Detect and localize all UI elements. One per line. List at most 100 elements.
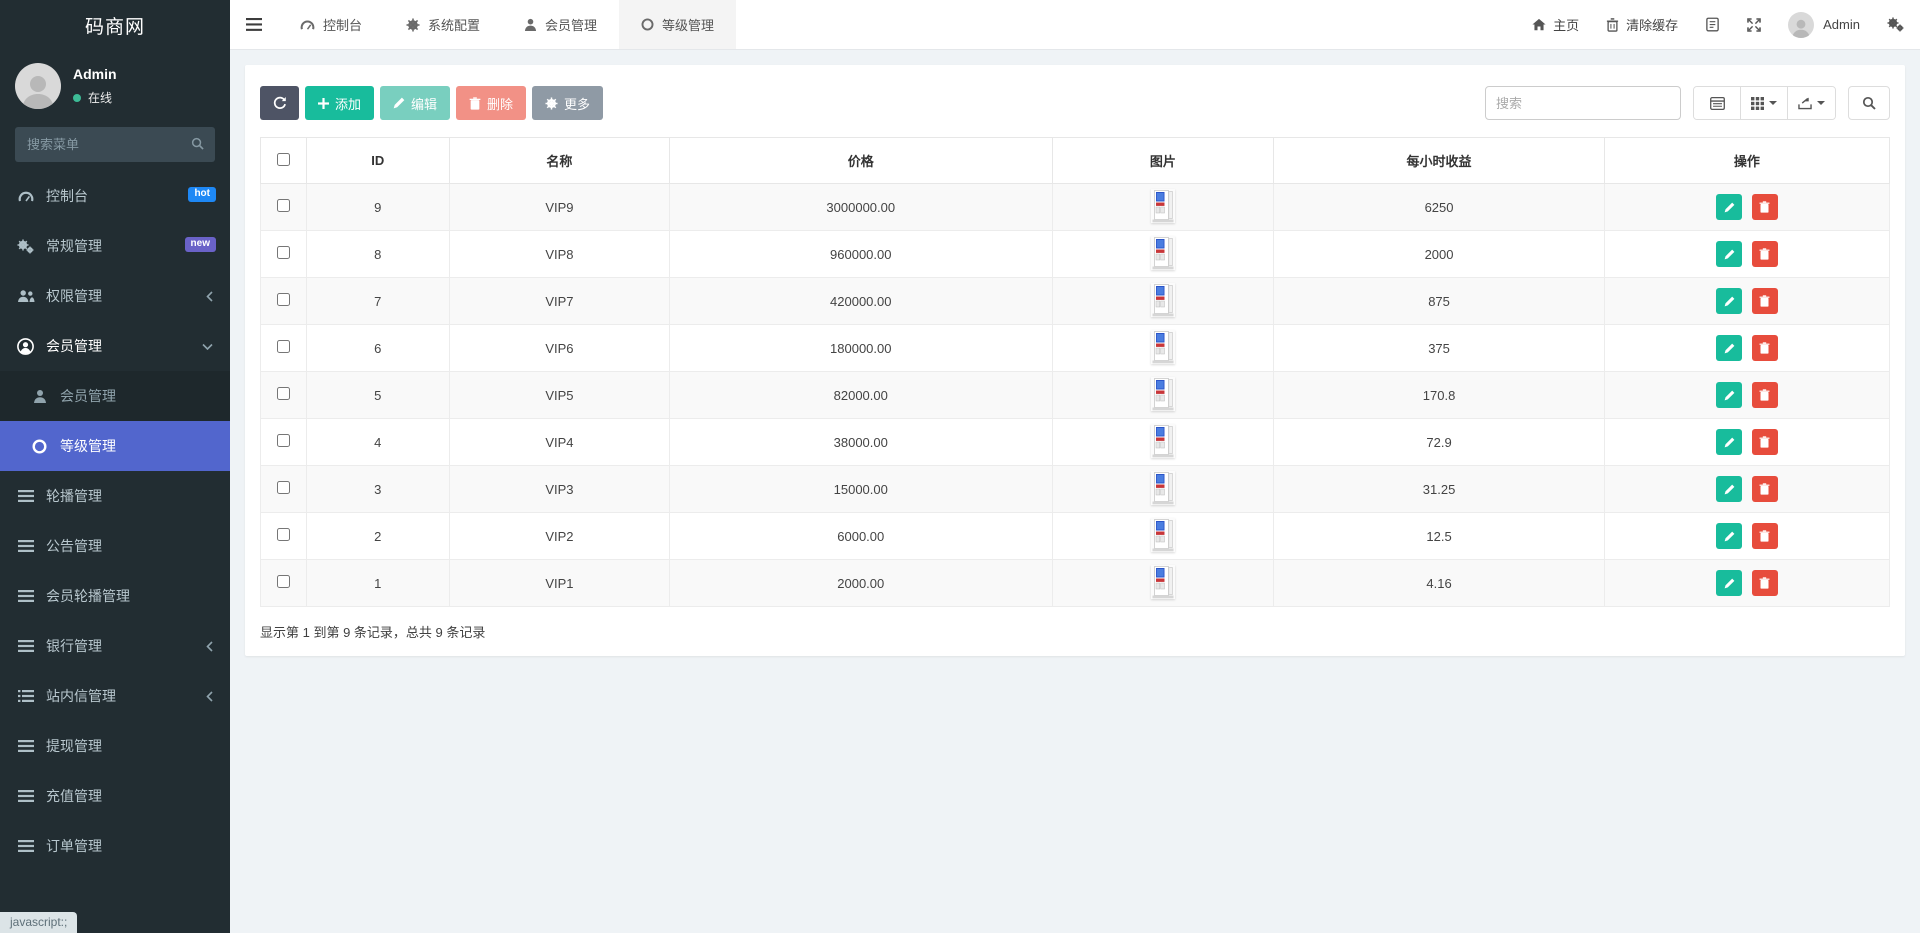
cell-name: VIP4: [449, 419, 669, 466]
sidebar-item-carousel[interactable]: 轮播管理: [0, 471, 230, 521]
clear-cache-link[interactable]: 清除缓存: [1606, 15, 1678, 34]
cell-price: 15000.00: [669, 466, 1052, 513]
product-thumbnail[interactable]: [1151, 189, 1175, 223]
sidebar-item-member-carousel[interactable]: 会员轮播管理: [0, 571, 230, 621]
product-thumbnail[interactable]: [1151, 518, 1175, 552]
list-icon: [16, 640, 35, 652]
row-edit-button[interactable]: [1716, 194, 1742, 220]
home-link[interactable]: 主页: [1532, 15, 1579, 34]
tab-level-management[interactable]: 等级管理: [619, 0, 736, 49]
product-thumbnail[interactable]: [1151, 471, 1175, 505]
row-delete-button[interactable]: [1752, 570, 1778, 596]
row-checkbox[interactable]: [277, 528, 290, 541]
row-edit-button[interactable]: [1716, 570, 1742, 596]
user-icon: [30, 389, 49, 403]
header-image[interactable]: 图片: [1052, 138, 1274, 184]
sidebar-item-permissions[interactable]: 权限管理: [0, 271, 230, 321]
sidebar-item-dashboard[interactable]: 控制台 hot: [0, 171, 230, 221]
select-all-checkbox[interactable]: [277, 153, 290, 166]
sidebar-item-site-messages[interactable]: 站内信管理: [0, 671, 230, 721]
toggle-view-button[interactable]: [1694, 87, 1740, 119]
row-delete-button[interactable]: [1752, 382, 1778, 408]
sidebar-item-general[interactable]: 常规管理 new: [0, 221, 230, 271]
row-edit-button[interactable]: [1716, 288, 1742, 314]
header-name[interactable]: 名称: [449, 138, 669, 184]
row-delete-button[interactable]: [1752, 241, 1778, 267]
sidebar-item-label: 站内信管理: [46, 686, 116, 706]
row-checkbox[interactable]: [277, 481, 290, 494]
row-delete-button[interactable]: [1752, 476, 1778, 502]
sidebar-search: [15, 127, 215, 162]
sidebar-search-input[interactable]: [15, 127, 215, 162]
sidebar-item-members[interactable]: 会员管理: [0, 321, 230, 371]
sidebar-item-orders[interactable]: 订单管理: [0, 821, 230, 871]
row-checkbox[interactable]: [277, 293, 290, 306]
product-thumbnail[interactable]: [1151, 424, 1175, 458]
row-edit-button[interactable]: [1716, 429, 1742, 455]
pencil-icon: [1724, 390, 1735, 401]
sidebar-item-withdrawals[interactable]: 提现管理: [0, 721, 230, 771]
row-edit-button[interactable]: [1716, 241, 1742, 267]
row-delete-button[interactable]: [1752, 194, 1778, 220]
more-button[interactable]: 更多: [532, 86, 603, 120]
sidebar-item-member-management[interactable]: 会员管理: [0, 371, 230, 421]
tab-system-config[interactable]: 系统配置: [384, 0, 502, 49]
table-search-input[interactable]: [1485, 86, 1681, 120]
sidebar-item-banks[interactable]: 银行管理: [0, 621, 230, 671]
add-button[interactable]: 添加: [305, 86, 374, 120]
manual-button[interactable]: [1705, 17, 1720, 32]
refresh-button[interactable]: [260, 86, 299, 120]
export-dropdown-button[interactable]: [1787, 87, 1835, 119]
product-thumbnail[interactable]: [1151, 377, 1175, 411]
sidebar-item-recharge[interactable]: 充值管理: [0, 771, 230, 821]
row-delete-button[interactable]: [1752, 429, 1778, 455]
columns-dropdown-button[interactable]: [1740, 87, 1787, 119]
app-logo[interactable]: 码商网: [0, 0, 230, 50]
table-row: 7 VIP7 420000.00 875: [261, 278, 1890, 325]
table-row: 2 VIP2 6000.00 12.5: [261, 513, 1890, 560]
row-checkbox[interactable]: [277, 434, 290, 447]
product-thumbnail[interactable]: [1151, 283, 1175, 317]
avatar: [1788, 12, 1814, 38]
search-toggle-button[interactable]: [1848, 86, 1890, 120]
sidebar-item-level-management[interactable]: 等级管理: [0, 421, 230, 471]
edit-button[interactable]: 编辑: [380, 86, 450, 120]
table-toolbar: 添加 编辑 删除 更多: [260, 80, 1890, 124]
trash-icon: [1759, 530, 1770, 542]
row-checkbox[interactable]: [277, 387, 290, 400]
product-thumbnail[interactable]: [1151, 330, 1175, 364]
row-edit-button[interactable]: [1716, 476, 1742, 502]
sidebar-item-label: 提现管理: [46, 736, 102, 756]
user-menu[interactable]: Admin: [1788, 12, 1860, 38]
row-checkbox[interactable]: [277, 575, 290, 588]
row-delete-button[interactable]: [1752, 288, 1778, 314]
row-checkbox[interactable]: [277, 246, 290, 259]
row-edit-button[interactable]: [1716, 382, 1742, 408]
cell-actions: [1604, 231, 1889, 278]
header-price[interactable]: 价格: [669, 138, 1052, 184]
settings-button[interactable]: [1887, 17, 1904, 32]
header-hourly-income[interactable]: 每小时收益: [1274, 138, 1605, 184]
row-checkbox-cell: [261, 278, 307, 325]
chevron-down-icon: [202, 343, 213, 350]
row-edit-button[interactable]: [1716, 523, 1742, 549]
fullscreen-button[interactable]: [1747, 18, 1761, 32]
delete-button[interactable]: 删除: [456, 86, 526, 120]
product-thumbnail[interactable]: [1151, 236, 1175, 270]
cell-name: VIP7: [449, 278, 669, 325]
delete-button-label: 删除: [487, 94, 513, 113]
sidebar-toggle-button[interactable]: [230, 0, 278, 49]
refresh-icon: [273, 96, 287, 110]
tab-members[interactable]: 会员管理: [502, 0, 619, 49]
circle-o-icon: [30, 439, 49, 454]
tab-dashboard[interactable]: 控制台: [278, 0, 384, 49]
row-edit-button[interactable]: [1716, 335, 1742, 361]
row-delete-button[interactable]: [1752, 523, 1778, 549]
row-checkbox[interactable]: [277, 340, 290, 353]
header-id[interactable]: ID: [306, 138, 449, 184]
list-icon: [16, 840, 35, 852]
row-delete-button[interactable]: [1752, 335, 1778, 361]
product-thumbnail[interactable]: [1151, 565, 1175, 599]
sidebar-item-announcements[interactable]: 公告管理: [0, 521, 230, 571]
row-checkbox[interactable]: [277, 199, 290, 212]
